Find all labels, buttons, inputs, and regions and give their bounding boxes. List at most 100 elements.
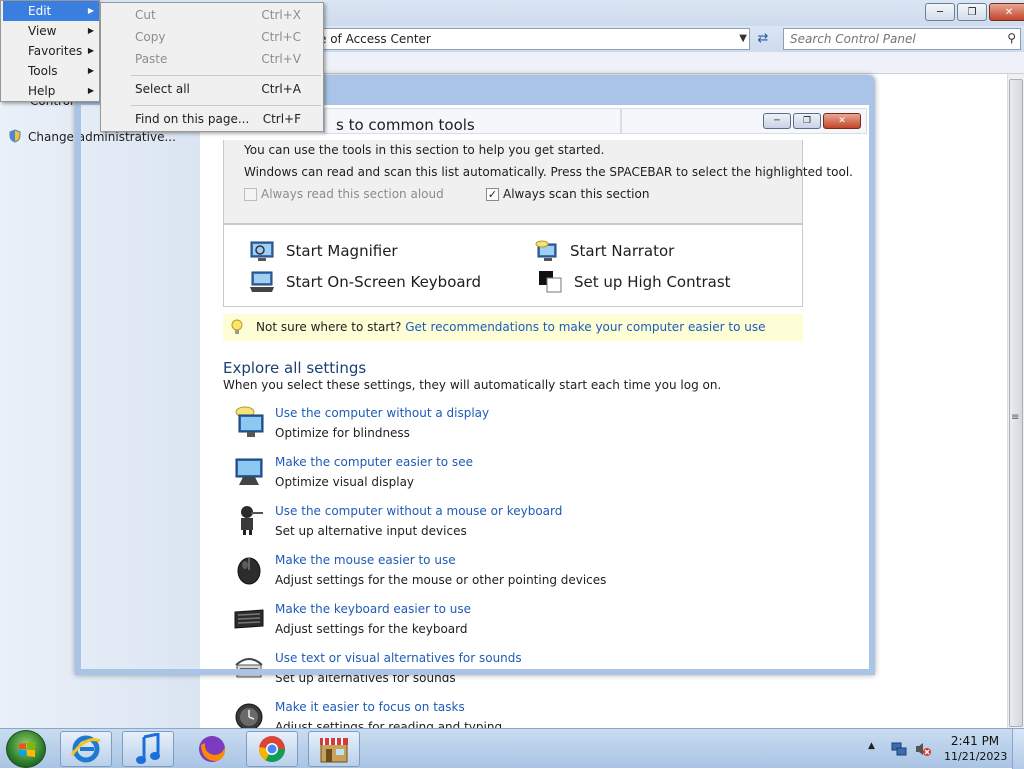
taskbar-firefox[interactable] xyxy=(186,731,238,767)
tool-label: Start On-Screen Keyboard xyxy=(286,273,481,291)
menu-item-select-all[interactable]: Select all Ctrl+A xyxy=(103,79,321,99)
maximize-button[interactable]: ❐ xyxy=(957,3,987,21)
setting-keyboard[interactable]: Make the keyboard easier to use Adjust s… xyxy=(233,602,793,646)
menu-item-cut[interactable]: Cut Ctrl+X xyxy=(103,5,321,25)
taskbar-itunes[interactable] xyxy=(122,731,174,767)
hint-question: Not sure where to start? xyxy=(256,320,402,334)
left-pane-item-label: Change administrative... xyxy=(28,130,176,144)
address-bar[interactable]: e of Access Center ▼ xyxy=(300,28,750,50)
start-button[interactable] xyxy=(6,730,46,768)
clock-date[interactable]: 11/21/2023 xyxy=(944,750,1007,763)
menu-label: Edit xyxy=(28,4,52,18)
speaker-text-icon xyxy=(235,658,263,678)
lightbulb-icon xyxy=(231,319,243,334)
menu-label: Help xyxy=(28,84,56,98)
quick-access-title: s to common tools xyxy=(336,116,475,134)
submenu-arrow-icon: ▶ xyxy=(87,86,94,95)
menu-item-edit[interactable]: Edit ▶ xyxy=(3,1,99,21)
header-divider xyxy=(620,108,622,134)
menu-label: Paste xyxy=(135,52,168,66)
scroll-grip-icon: ≡ xyxy=(1011,412,1020,423)
volume-muted-icon[interactable] xyxy=(915,741,931,757)
menu-separator xyxy=(131,105,321,106)
start-magnifier-link[interactable]: Start Magnifier xyxy=(250,240,398,262)
setting-description: Optimize visual display xyxy=(275,475,415,489)
lens-minimize-button[interactable]: ─ xyxy=(763,113,791,129)
uac-shield-icon xyxy=(9,129,21,143)
person-headset-icon xyxy=(241,506,263,535)
setting-link[interactable]: Make it easier to focus on tasks xyxy=(275,700,465,714)
tool-label: Set up High Contrast xyxy=(574,273,731,291)
lens-maximize-button[interactable]: ❐ xyxy=(793,113,821,129)
windows-logo-icon xyxy=(19,742,35,757)
high-contrast-link[interactable]: Set up High Contrast xyxy=(538,271,731,293)
menu-shortcut: Ctrl+A xyxy=(261,82,301,96)
menu-item-help[interactable]: Help ▶ xyxy=(3,81,99,101)
menu-item-find[interactable]: Find on this page... Ctrl+F xyxy=(103,109,321,129)
setting-mouse[interactable]: Make the mouse easier to use Adjust sett… xyxy=(233,553,793,597)
show-desktop-button[interactable] xyxy=(1012,729,1024,769)
scrollbar[interactable]: ≡ xyxy=(1007,74,1024,728)
menu-label: View xyxy=(28,24,57,38)
menu-label: Favorites xyxy=(28,44,83,58)
menu-item-copy[interactable]: Copy Ctrl+C xyxy=(103,27,321,47)
menu-bar-dropdown: Edit ▶ View ▶ Favorites ▶ Tools ▶ Help ▶ xyxy=(0,0,100,102)
lens-close-button[interactable]: ✕ xyxy=(823,113,861,129)
keyboard-icon xyxy=(250,271,274,292)
checkmark-icon[interactable]: ✓ xyxy=(486,187,499,201)
scan-label: Always scan this section xyxy=(503,187,650,201)
setting-link[interactable]: Use text or visual alternatives for soun… xyxy=(275,651,522,665)
setting-no-display[interactable]: Use the computer without a display Optim… xyxy=(233,406,793,450)
setting-sounds[interactable]: Use text or visual alternatives for soun… xyxy=(233,651,793,695)
explore-subtitle: When you select these settings, they wil… xyxy=(223,378,722,392)
window-controls: ─ ❐ ✕ xyxy=(925,3,1024,21)
show-hidden-icons-icon[interactable]: ▲ xyxy=(868,741,875,751)
minimize-button[interactable]: ─ xyxy=(925,3,955,21)
menu-item-view[interactable]: View ▶ xyxy=(3,21,99,41)
menu-shortcut: Ctrl+X xyxy=(261,8,301,22)
start-osk-link[interactable]: Start On-Screen Keyboard xyxy=(250,271,481,293)
internet-explorer-icon xyxy=(70,735,101,763)
chevron-down-icon[interactable]: ▼ xyxy=(739,29,747,49)
explore-title: Explore all settings xyxy=(223,359,367,377)
taskbar: ▲ 2:41 PM 11/21/2023 xyxy=(0,728,1024,769)
taskbar-store[interactable] xyxy=(308,731,360,767)
read-aloud-checkbox[interactable]: Always read this section aloud xyxy=(244,187,444,201)
quick-access-line-2: Windows can read and scan this list auto… xyxy=(244,165,853,179)
setting-link[interactable]: Use the computer without a mouse or keyb… xyxy=(275,504,562,518)
menu-label: Cut xyxy=(135,8,156,22)
close-button[interactable]: ✕ xyxy=(989,3,1024,21)
scan-checkbox[interactable]: ✓ Always scan this section xyxy=(486,187,649,201)
submenu-arrow-icon: ▶ xyxy=(87,6,94,15)
checkbox-box[interactable] xyxy=(244,187,257,201)
network-icon[interactable] xyxy=(891,741,907,757)
music-note-icon xyxy=(136,733,160,764)
submenu-arrow-icon: ▶ xyxy=(87,66,94,75)
lens-window-controls: ─ ❐ ✕ xyxy=(763,113,861,129)
recommendations-link[interactable]: Get recommendations to make your compute… xyxy=(405,320,765,334)
setting-link[interactable]: Make the keyboard easier to use xyxy=(275,602,471,616)
setting-description: Set up alternative input devices xyxy=(275,524,467,538)
quick-access-line-1: You can use the tools in this section to… xyxy=(244,143,605,157)
taskbar-internet-explorer[interactable] xyxy=(60,731,112,767)
setting-link[interactable]: Make the computer easier to see xyxy=(275,455,473,469)
setting-no-mouse-keyboard[interactable]: Use the computer without a mouse or keyb… xyxy=(233,504,793,548)
setting-link[interactable]: Use the computer without a display xyxy=(275,406,489,420)
store-icon xyxy=(320,738,348,763)
menu-item-favorites[interactable]: Favorites ▶ xyxy=(3,41,99,61)
setting-link[interactable]: Make the mouse easier to use xyxy=(275,553,456,567)
scroll-thumb[interactable] xyxy=(1009,79,1023,727)
menu-label: Find on this page... xyxy=(135,112,250,126)
menu-item-paste[interactable]: Paste Ctrl+V xyxy=(103,49,321,69)
setting-easier-to-see[interactable]: Make the computer easier to see Optimize… xyxy=(233,455,793,499)
refresh-icon[interactable]: ⇄ xyxy=(752,30,774,48)
clock-time[interactable]: 2:41 PM xyxy=(944,734,1006,748)
taskbar-chrome[interactable] xyxy=(246,731,298,767)
search-icon[interactable]: ⚲ xyxy=(1007,31,1016,45)
submenu-arrow-icon: ▶ xyxy=(87,26,94,35)
start-narrator-link[interactable]: Start Narrator xyxy=(534,240,674,262)
read-aloud-label: Always read this section aloud xyxy=(261,187,444,201)
search-input[interactable] xyxy=(784,29,984,49)
search-box[interactable]: ⚲ xyxy=(783,28,1021,50)
menu-item-tools[interactable]: Tools ▶ xyxy=(3,61,99,81)
